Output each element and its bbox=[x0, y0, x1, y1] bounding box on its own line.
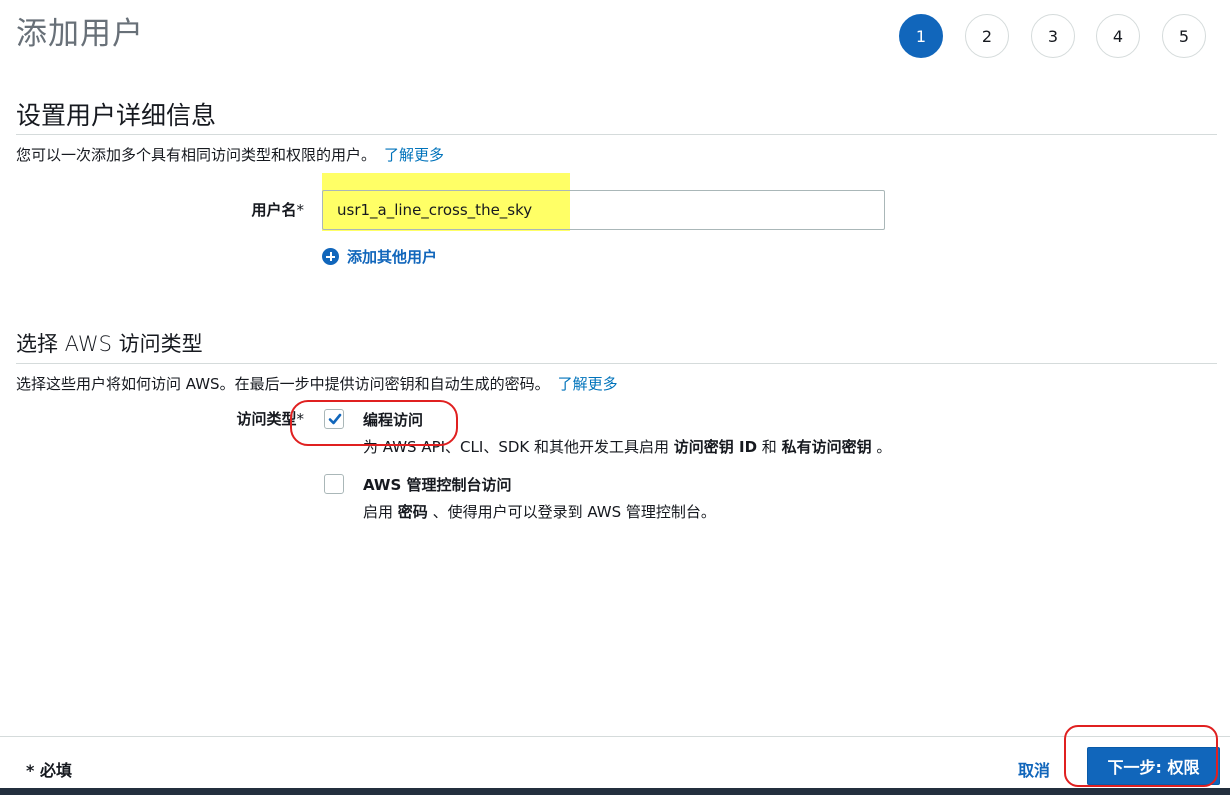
section-divider bbox=[16, 363, 1217, 364]
learn-more-link[interactable]: 了解更多 bbox=[558, 375, 618, 393]
wizard-footer: * 必填 取消 下一步: 权限 bbox=[0, 736, 1230, 788]
required-note: * 必填 bbox=[26, 761, 72, 780]
access-type-label: 访问类型* bbox=[180, 408, 304, 429]
programmatic-access-title: 编程访问 bbox=[363, 411, 424, 429]
programmatic-access-description: 为 AWS API、CLI、SDK 和其他开发工具启用 访问密钥 ID 和 私有… bbox=[363, 436, 891, 457]
username-label: 用户名* bbox=[180, 199, 304, 220]
step-5[interactable]: 5 bbox=[1162, 14, 1206, 58]
step-1[interactable]: 1 bbox=[899, 14, 943, 58]
password-text: 密码 bbox=[397, 503, 428, 521]
console-desc-suffix: 、使得用户可以登录到 AWS 管理控制台。 bbox=[427, 503, 716, 521]
secret-access-key-text: 私有访问密钥 bbox=[781, 438, 872, 456]
cancel-button[interactable]: 取消 bbox=[1018, 757, 1050, 781]
access-type-label-text: 访问类型 bbox=[236, 410, 297, 428]
checkmark-icon bbox=[328, 413, 342, 425]
username-input[interactable] bbox=[322, 190, 885, 230]
step-2[interactable]: 2 bbox=[965, 14, 1009, 58]
access-type-heading: 选择 AWS 访问类型 bbox=[16, 332, 203, 356]
learn-more-link[interactable]: 了解更多 bbox=[384, 146, 444, 164]
user-details-description-text: 您可以一次添加多个具有相同访问类型和权限的用户。 bbox=[16, 146, 377, 164]
access-type-description: 选择这些用户将如何访问 AWS。在最后一步中提供访问密钥和自动生成的密码。 了解更… bbox=[16, 373, 618, 394]
console-access-title: AWS 管理控制台访问 bbox=[363, 476, 512, 494]
access-type-description-text: 选择这些用户将如何访问 AWS。在最后一步中提供访问密钥和自动生成的密码。 bbox=[16, 375, 550, 393]
next-permissions-button[interactable]: 下一步: 权限 bbox=[1087, 747, 1220, 785]
username-label-text: 用户名 bbox=[251, 201, 297, 219]
console-desc-prefix: 启用 bbox=[363, 503, 398, 521]
add-another-user-button[interactable]: 添加其他用户 bbox=[322, 246, 437, 267]
step-4[interactable]: 4 bbox=[1096, 14, 1140, 58]
user-details-heading: 设置用户详细信息 bbox=[16, 101, 217, 130]
section-divider bbox=[16, 134, 1217, 135]
programmatic-access-checkbox[interactable] bbox=[324, 409, 344, 429]
user-details-description: 您可以一次添加多个具有相同访问类型和权限的用户。 了解更多 bbox=[16, 144, 444, 165]
console-access-description: 启用 密码 、使得用户可以登录到 AWS 管理控制台。 bbox=[363, 501, 716, 522]
programmatic-desc-suffix: 。 bbox=[871, 438, 892, 456]
programmatic-desc-prefix: 为 AWS API、CLI、SDK 和其他开发工具启用 bbox=[363, 438, 674, 456]
programmatic-desc-mid: 和 bbox=[757, 438, 782, 456]
step-3[interactable]: 3 bbox=[1031, 14, 1075, 58]
page-title: 添加用户 bbox=[16, 16, 144, 52]
plus-circle-icon bbox=[322, 248, 339, 265]
access-key-id-text: 访问密钥 ID bbox=[673, 438, 758, 456]
required-asterisk: * bbox=[296, 410, 305, 428]
add-another-user-label: 添加其他用户 bbox=[347, 248, 438, 266]
wizard-stepper: 1 2 3 4 5 bbox=[899, 14, 1207, 58]
bottom-bar bbox=[0, 788, 1230, 795]
console-access-checkbox[interactable] bbox=[324, 474, 344, 494]
required-asterisk: * bbox=[296, 201, 305, 219]
